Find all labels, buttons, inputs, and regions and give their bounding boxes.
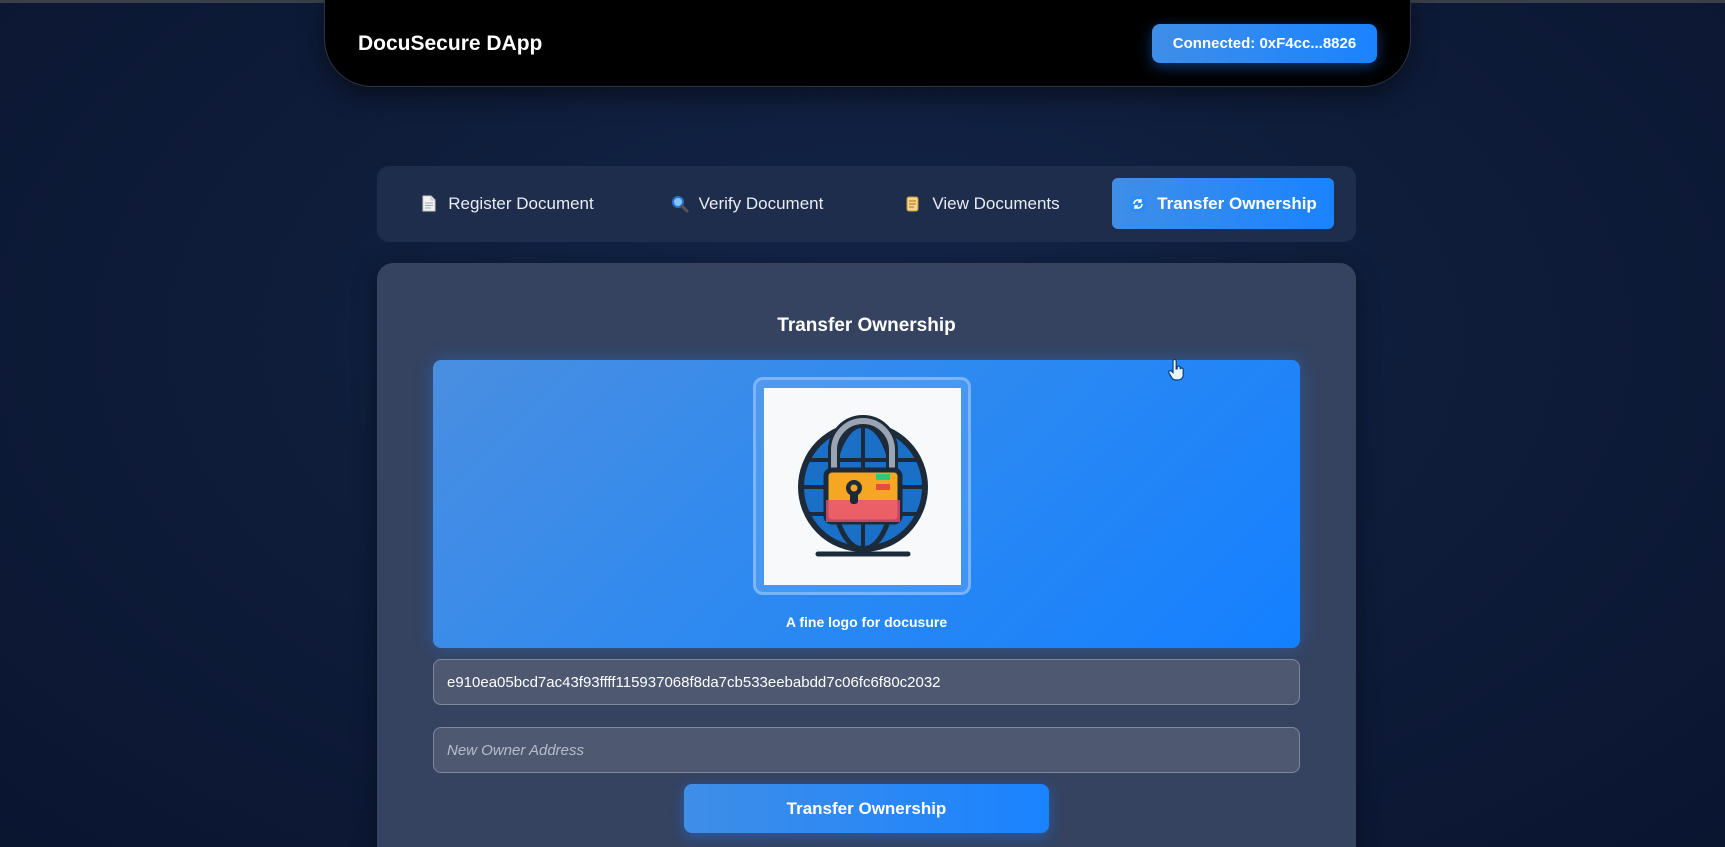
- document-icon: [420, 195, 438, 213]
- document-hash-input[interactable]: [433, 659, 1300, 705]
- tab-bar: Register Document Verify Document View D…: [377, 166, 1356, 242]
- preview-caption: A fine logo for docusure: [785, 614, 948, 630]
- hand-pointer-cursor-icon: [1168, 358, 1186, 381]
- wallet-connection-button[interactable]: Connected: 0xF4cc...8826: [1152, 24, 1377, 63]
- document-preview: A fine logo for docusure: [433, 360, 1300, 648]
- refresh-icon: [1129, 195, 1147, 213]
- tab-verify-document-label: Verify Document: [698, 193, 824, 213]
- panel-title: Transfer Ownership: [777, 315, 956, 336]
- tab-transfer-ownership-label: Transfer Ownership: [1157, 193, 1317, 213]
- transfer-panel: Transfer Ownership A fine logo for docus…: [377, 263, 1356, 847]
- app-title: DocuSecure DApp: [358, 32, 543, 55]
- tab-view-documents[interactable]: View Documents: [898, 178, 1066, 229]
- preview-image-frame: [753, 377, 971, 595]
- app-header: DocuSecure DApp Connected: 0xF4cc...8826: [324, 0, 1411, 87]
- tab-transfer-ownership[interactable]: Transfer Ownership: [1112, 178, 1334, 229]
- new-owner-address-input[interactable]: [433, 727, 1300, 773]
- tab-verify-document[interactable]: Verify Document: [661, 178, 833, 229]
- transfer-ownership-button[interactable]: Transfer Ownership: [684, 784, 1049, 833]
- tab-view-documents-label: View Documents: [932, 193, 1060, 213]
- scroll-icon: [904, 195, 922, 213]
- padlock-globe-logo-image: [764, 388, 961, 585]
- magnifier-icon: [671, 195, 689, 213]
- tab-register-document-label: Register Document: [448, 193, 594, 213]
- tab-register-document[interactable]: Register Document: [411, 178, 603, 229]
